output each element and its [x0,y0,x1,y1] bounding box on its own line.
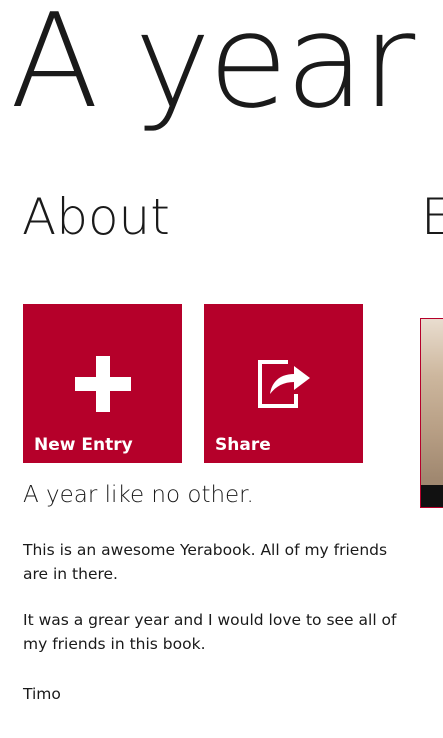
about-headline: A year like no other. [23,482,254,508]
share-icon [257,360,310,408]
photo-caption-bar [421,485,443,507]
plus-icon [74,356,131,412]
app-page: A year About E New Entry Share A year li… [0,0,443,738]
new-entry-label: New Entry [34,435,133,455]
share-label: Share [215,435,271,455]
section-title-about: About [22,188,170,246]
share-button[interactable]: Share [204,304,363,463]
about-paragraph-1: This is an awesome Yerabook. All of my f… [23,541,388,583]
section-title-next: E [421,188,443,246]
entry-photo-card[interactable] [420,318,443,508]
new-entry-button[interactable]: New Entry [23,304,182,463]
about-signature: Timo [23,685,61,703]
about-paragraph-2: It was a grear year and I would love to … [23,611,397,653]
app-title: A year [10,0,415,137]
